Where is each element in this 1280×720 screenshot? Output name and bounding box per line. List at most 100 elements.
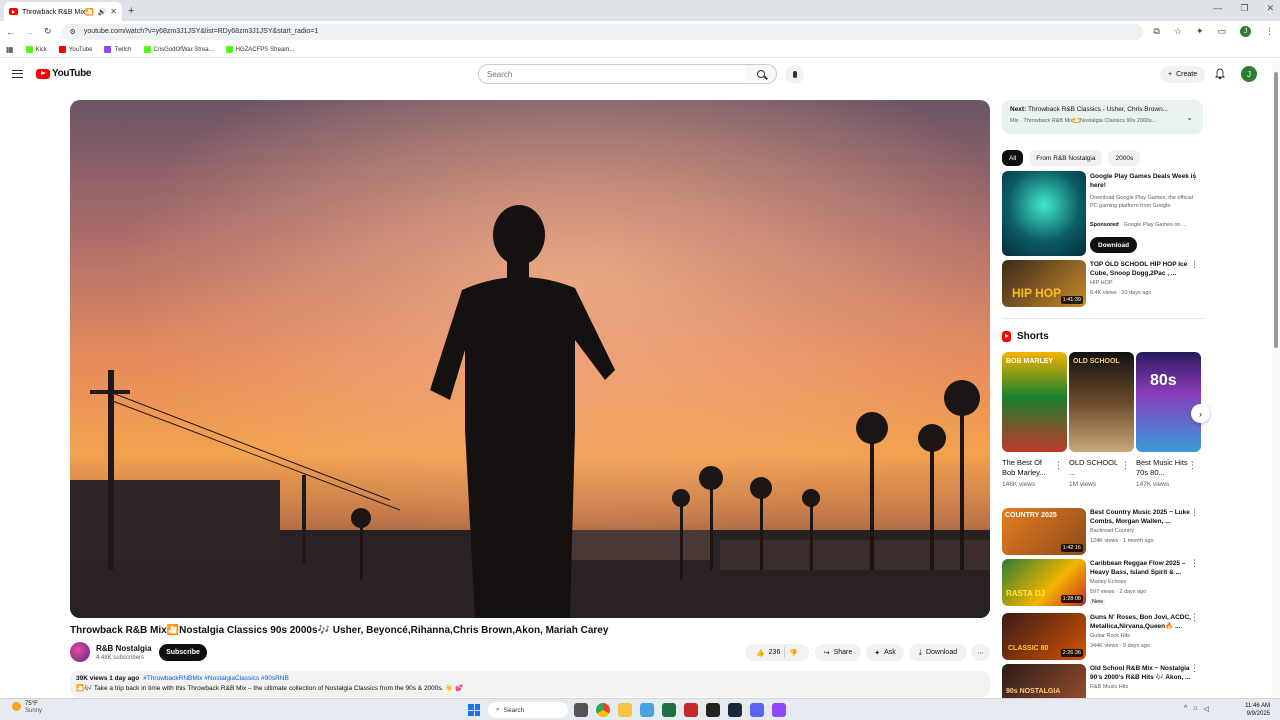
more-vertical-icon[interactable]: ⋮ bbox=[1190, 508, 1199, 517]
photos-icon[interactable] bbox=[640, 703, 654, 717]
short-item[interactable]: 80s Best Music Hits 70s 80... 147K views… bbox=[1136, 352, 1201, 488]
description-text: 🎦🎶 Take a trip back in time with this Th… bbox=[76, 685, 464, 692]
windows-start-icon[interactable] bbox=[468, 704, 480, 716]
recommended-video[interactable]: RASTA DJ 1:28:08 Caribbean Reggae Flow 2… bbox=[1002, 559, 1207, 609]
recommended-video[interactable]: COUNTRY 2025 1:42:16 Best Country Music … bbox=[1002, 508, 1207, 558]
taskbar-clock[interactable]: 11:46 AM 9/9/2025 bbox=[1238, 702, 1270, 718]
extensions-icon[interactable]: ✦ bbox=[1196, 26, 1204, 37]
more-vertical-icon[interactable]: ⋮ bbox=[1190, 613, 1199, 622]
chip-from-channel[interactable]: From R&B Nostalgia bbox=[1029, 150, 1103, 166]
bookmark-hgzacfps[interactable]: HGZACFPS Stream... bbox=[225, 46, 294, 53]
task-view-icon[interactable] bbox=[574, 703, 588, 717]
short-item[interactable]: OLD SCHOOL OLD SCHOOL ... 1M views ⋮ bbox=[1069, 352, 1134, 488]
create-button[interactable]: + Create bbox=[1160, 66, 1206, 83]
recommended-video[interactable]: CLASSIC 80 2:26:36 Guns N' Roses, Bon Jo… bbox=[1002, 613, 1207, 663]
chip-all[interactable]: All bbox=[1002, 150, 1024, 166]
more-actions-button[interactable]: ⋯ bbox=[971, 644, 990, 661]
description-box[interactable]: 39K views 1 day ago #ThrowbackRNBMix #Nos… bbox=[70, 671, 990, 697]
download-button[interactable]: ⤓ Download bbox=[909, 644, 967, 661]
forward-icon[interactable]: → bbox=[25, 27, 34, 37]
hamburger-menu-icon[interactable] bbox=[12, 70, 23, 78]
video-thumbnail[interactable]: 90s NOSTALGIA bbox=[1002, 664, 1086, 698]
new-tab-button[interactable]: + bbox=[128, 5, 134, 17]
chip-2000s[interactable]: 2000s bbox=[1108, 150, 1141, 166]
like-button[interactable]: 👍 236 bbox=[756, 649, 780, 657]
more-vertical-icon[interactable]: ⋮ bbox=[1190, 260, 1199, 269]
bookmark-twitch[interactable]: Twitch bbox=[104, 46, 132, 53]
url-field[interactable]: ⚙ youtube.com/watch?v=y68zm3J1JSY&list=R… bbox=[61, 23, 1144, 40]
hashtags[interactable]: #ThrowbackRNBMix #NostalgiaClassics #90s… bbox=[143, 675, 289, 682]
recommended-video[interactable]: HIP HOP 1:41:39 TOP OLD SCHOOL HIP HOP I… bbox=[1002, 260, 1207, 310]
restore-icon[interactable]: ❐ bbox=[1240, 3, 1248, 14]
more-vertical-icon[interactable]: ⋮ bbox=[1054, 460, 1063, 471]
minimize-icon[interactable]: — bbox=[1213, 3, 1222, 14]
notifications-bell-icon[interactable] bbox=[1215, 68, 1225, 80]
terminal-icon[interactable] bbox=[706, 703, 720, 717]
channel-name[interactable]: R&B Nostalgia bbox=[96, 644, 152, 653]
sidepanel-icon[interactable]: ▭ bbox=[1217, 26, 1226, 37]
back-icon[interactable]: ← bbox=[6, 27, 15, 37]
short-item[interactable]: BOB MARLEY The Best Of Bob Marley... 146… bbox=[1002, 352, 1067, 488]
bookmark-crisgodofwar[interactable]: CrisGodOfWar Strea... bbox=[143, 46, 214, 53]
reload-icon[interactable]: ↻ bbox=[44, 26, 52, 37]
video-player[interactable] bbox=[70, 100, 990, 618]
voice-search-button[interactable] bbox=[785, 65, 804, 84]
short-thumbnail[interactable]: OLD SCHOOL bbox=[1069, 352, 1134, 452]
channel-name: R&B Music Hits bbox=[1090, 684, 1129, 690]
bookmark-youtube[interactable]: YouTube bbox=[58, 46, 92, 53]
shorts-next-button[interactable]: › bbox=[1191, 404, 1210, 423]
network-icon[interactable]: ⌂ bbox=[1193, 705, 1197, 713]
ad-download-button[interactable]: Download bbox=[1090, 237, 1138, 253]
short-thumbnail[interactable]: 80s bbox=[1136, 352, 1201, 452]
page-scrollbar[interactable] bbox=[1272, 62, 1280, 698]
tab-close-icon[interactable]: ✕ bbox=[110, 7, 117, 16]
twitch-app-icon[interactable] bbox=[772, 703, 786, 717]
ask-button[interactable]: ✦ Ask bbox=[866, 644, 904, 661]
chrome-icon[interactable] bbox=[596, 703, 610, 717]
more-vertical-icon[interactable]: ⋮ bbox=[1121, 460, 1130, 471]
chevron-down-icon[interactable]: ⌄ bbox=[1186, 113, 1193, 122]
subscribe-button[interactable]: Subscribe bbox=[159, 644, 207, 661]
profile-avatar[interactable]: J bbox=[1240, 26, 1251, 37]
search-input[interactable]: Search bbox=[478, 64, 746, 84]
bookmark-kick[interactable]: Kick bbox=[25, 46, 47, 53]
thumbs-down-icon[interactable]: 👎 bbox=[789, 649, 798, 657]
account-avatar[interactable]: J bbox=[1241, 66, 1257, 82]
browser-menu-icon[interactable]: ⋮ bbox=[1265, 26, 1274, 37]
video-thumbnail[interactable]: COUNTRY 2025 1:42:16 bbox=[1002, 508, 1086, 555]
video-duration: 1:42:16 bbox=[1060, 544, 1083, 552]
video-thumbnail[interactable]: RASTA DJ 1:28:08 bbox=[1002, 559, 1086, 606]
steam-icon[interactable] bbox=[728, 703, 742, 717]
more-vertical-icon[interactable]: ⋮ bbox=[1188, 460, 1197, 471]
apps-grid-icon[interactable]: ▦ bbox=[6, 45, 14, 54]
volume-icon[interactable]: ◁ bbox=[1204, 705, 1209, 713]
chevron-up-icon[interactable]: ^ bbox=[1184, 705, 1187, 713]
site-info-icon[interactable]: ⚙ bbox=[70, 28, 76, 36]
excel-icon[interactable] bbox=[662, 703, 676, 717]
more-vertical-icon[interactable]: ⋮ bbox=[1190, 664, 1199, 673]
discord-icon[interactable] bbox=[750, 703, 764, 717]
game-app-icon[interactable] bbox=[684, 703, 698, 717]
search-button[interactable] bbox=[745, 64, 777, 84]
youtube-logo[interactable]: YouTube bbox=[36, 68, 92, 79]
browser-tab[interactable]: Throwback R&B Mix🎦Nos 🔊 ✕ bbox=[4, 2, 122, 21]
recommended-video[interactable]: 90s NOSTALGIA Old School R&B Mix ~ Nosta… bbox=[1002, 664, 1207, 698]
next-up-panel[interactable]: Next: Throwback R&B Classics - Usher, Ch… bbox=[1002, 100, 1203, 134]
more-vertical-icon[interactable]: ⋮ bbox=[1190, 559, 1199, 568]
taskbar-search[interactable]: ⌕ Search bbox=[488, 702, 568, 718]
close-window-icon[interactable]: ✕ bbox=[1266, 3, 1274, 14]
sponsored-ad[interactable]: Google Play Games Deals Week is here! Do… bbox=[1002, 171, 1207, 257]
scrollbar-thumb[interactable] bbox=[1274, 72, 1278, 348]
short-thumbnail[interactable]: BOB MARLEY bbox=[1002, 352, 1067, 452]
share-button[interactable]: ↪ Share bbox=[815, 644, 861, 661]
video-thumbnail[interactable]: CLASSIC 80 2:26:36 bbox=[1002, 613, 1086, 660]
file-explorer-icon[interactable] bbox=[618, 703, 632, 717]
tab-audio-icon[interactable]: 🔊 bbox=[98, 8, 107, 16]
video-thumbnail[interactable]: HIP HOP 1:41:39 bbox=[1002, 260, 1086, 307]
ad-thumbnail[interactable] bbox=[1002, 171, 1086, 256]
more-vertical-icon[interactable]: ⋮ bbox=[1190, 172, 1199, 181]
bookmark-star-icon[interactable]: ☆ bbox=[1174, 26, 1182, 37]
weather-widget[interactable]: 75°F Sunny bbox=[12, 701, 42, 715]
install-app-icon[interactable]: ⧉ bbox=[1153, 26, 1159, 37]
channel-avatar[interactable] bbox=[70, 642, 90, 662]
